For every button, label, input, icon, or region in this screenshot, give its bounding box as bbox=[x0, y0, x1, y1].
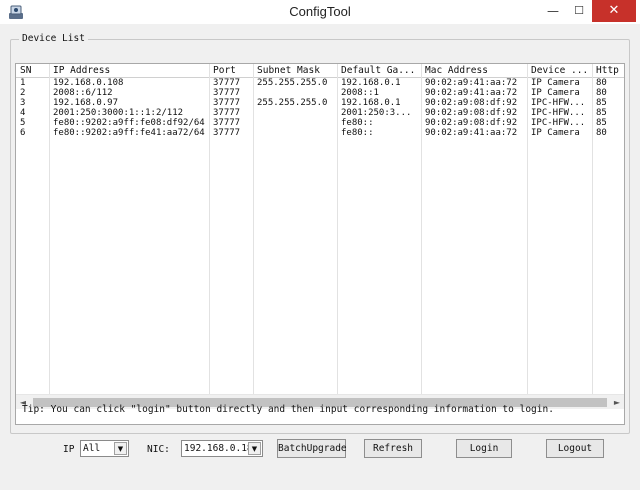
nic-value: 192.168.0.18 bbox=[184, 443, 253, 454]
device-list-label: Device List bbox=[19, 33, 88, 44]
cell-ip-address: 2001:250:3000:1::1:2/112 bbox=[53, 108, 184, 118]
title-bar: ConfigTool — ☐ ✕ bbox=[0, 0, 640, 24]
cell-sn: 4 bbox=[20, 108, 26, 118]
cell-default-gateway: 192.168.0.1 bbox=[341, 78, 401, 88]
cell-http: 80 bbox=[596, 88, 607, 98]
cell-http: 85 bbox=[596, 108, 607, 118]
cell-ip-address: 192.168.0.108 bbox=[53, 78, 124, 88]
column-header-port[interactable]: Port bbox=[209, 64, 253, 77]
cell-device-type: IPC-HFW... bbox=[531, 118, 586, 128]
cell-device-type: IPC-HFW... bbox=[531, 108, 586, 118]
cell-sn: 6 bbox=[20, 128, 26, 138]
cell-port: 37777 bbox=[213, 88, 241, 98]
logout-button[interactable]: Logout bbox=[546, 439, 604, 458]
chevron-down-icon[interactable]: ▼ bbox=[114, 442, 127, 455]
cell-subnet-mask: 255.255.255.0 bbox=[257, 78, 328, 88]
ip-filter-select[interactable]: All ▼ bbox=[80, 440, 129, 457]
cell-ip-address: fe80::9202:a9ff:fe41:aa72/64 bbox=[53, 128, 205, 138]
cell-sn: 3 bbox=[20, 98, 26, 108]
table-row[interactable]: 1 192.168.0.108 37777 255.255.255.0 192.… bbox=[16, 78, 624, 88]
batch-upgrade-button[interactable]: BatchUpgrade bbox=[277, 439, 347, 458]
cell-http: 85 bbox=[596, 118, 607, 128]
cell-sn: 2 bbox=[20, 88, 26, 98]
cell-mac-address: 90:02:a9:08:df:92 bbox=[425, 98, 518, 108]
cell-mac-address: 90:02:a9:41:aa:72 bbox=[425, 88, 518, 98]
scroll-right-icon[interactable]: ► bbox=[610, 395, 624, 410]
login-button[interactable]: Login bbox=[456, 439, 512, 458]
nic-label: NIC: bbox=[147, 444, 170, 455]
column-header-http[interactable]: Http bbox=[592, 64, 624, 77]
column-header-default-gateway[interactable]: Default Ga... bbox=[337, 64, 421, 77]
ip-filter-value: All bbox=[83, 443, 101, 454]
maximize-button[interactable]: ☐ bbox=[566, 0, 592, 22]
table-row[interactable]: 5 fe80::9202:a9ff:fe08:df92/64 37777 fe8… bbox=[16, 118, 624, 128]
table-row[interactable]: 4 2001:250:3000:1::1:2/112 37777 2001:25… bbox=[16, 108, 624, 118]
cell-sn: 1 bbox=[20, 78, 26, 88]
login-tip: Tip: You can click "login" button direct… bbox=[22, 404, 554, 415]
device-list-table[interactable]: SN IP Address Port Subnet Mask Default G… bbox=[15, 63, 625, 425]
table-row[interactable]: 3 192.168.0.97 37777 255.255.255.0 192.1… bbox=[16, 98, 624, 108]
cell-subnet-mask: 255.255.255.0 bbox=[257, 98, 328, 108]
cell-sn: 5 bbox=[20, 118, 26, 128]
cell-mac-address: 90:02:a9:41:aa:72 bbox=[425, 128, 518, 138]
column-header-ip-address[interactable]: IP Address bbox=[49, 64, 209, 77]
column-header-mac-address[interactable]: Mac Address bbox=[421, 64, 527, 77]
cell-http: 85 bbox=[596, 98, 607, 108]
close-button[interactable]: ✕ bbox=[592, 0, 636, 22]
refresh-button[interactable]: Refresh bbox=[364, 439, 422, 458]
cell-device-type: IP Camera bbox=[531, 128, 580, 138]
chevron-down-icon[interactable]: ▼ bbox=[248, 442, 261, 455]
cell-subnet-mask bbox=[253, 128, 337, 138]
cell-mac-address: 90:02:a9:08:df:92 bbox=[425, 108, 518, 118]
cell-port: 37777 bbox=[213, 108, 241, 118]
ip-label: IP bbox=[63, 444, 75, 455]
cell-port: 37777 bbox=[213, 128, 241, 138]
cell-mac-address: 90:02:a9:08:df:92 bbox=[425, 118, 518, 128]
cell-device-type: IPC-HFW... bbox=[531, 98, 586, 108]
minimize-button[interactable]: — bbox=[540, 0, 566, 22]
cell-ip-address: 192.168.0.97 bbox=[53, 98, 119, 108]
cell-subnet-mask bbox=[253, 108, 337, 118]
cell-http: 80 bbox=[596, 78, 607, 88]
cell-default-gateway: fe80:: bbox=[341, 128, 374, 138]
table-row[interactable]: 2 2008::6/112 37777 2008::1 90:02:a9:41:… bbox=[16, 88, 624, 98]
cell-http: 80 bbox=[596, 128, 607, 138]
cell-subnet-mask bbox=[253, 88, 337, 98]
cell-port: 37777 bbox=[213, 78, 241, 88]
table-header: SN IP Address Port Subnet Mask Default G… bbox=[16, 64, 624, 78]
cell-default-gateway: fe80:: bbox=[341, 118, 374, 128]
cell-device-type: IP Camera bbox=[531, 88, 580, 98]
column-header-subnet-mask[interactable]: Subnet Mask bbox=[253, 64, 337, 77]
cell-subnet-mask bbox=[253, 118, 337, 128]
table-body: 1 192.168.0.108 37777 255.255.255.0 192.… bbox=[16, 78, 624, 138]
cell-port: 37777 bbox=[213, 118, 241, 128]
column-header-device-type[interactable]: Device ... bbox=[527, 64, 592, 77]
cell-device-type: IP Camera bbox=[531, 78, 580, 88]
device-list-group: Device List SN IP Address Port Subnet Ma… bbox=[10, 33, 630, 434]
cell-default-gateway: 2008::1 bbox=[341, 88, 379, 98]
cell-port: 37777 bbox=[213, 98, 241, 108]
table-row[interactable]: 6 fe80::9202:a9ff:fe41:aa72/64 37777 fe8… bbox=[16, 128, 624, 138]
cell-ip-address: fe80::9202:a9ff:fe08:df92/64 bbox=[53, 118, 205, 128]
cell-default-gateway: 2001:250:3... bbox=[341, 108, 412, 118]
cell-mac-address: 90:02:a9:41:aa:72 bbox=[425, 78, 518, 88]
column-header-sn[interactable]: SN bbox=[16, 64, 49, 77]
nic-select[interactable]: 192.168.0.18 ▼ bbox=[181, 440, 263, 457]
cell-ip-address: 2008::6/112 bbox=[53, 88, 113, 98]
cell-default-gateway: 192.168.0.1 bbox=[341, 98, 401, 108]
